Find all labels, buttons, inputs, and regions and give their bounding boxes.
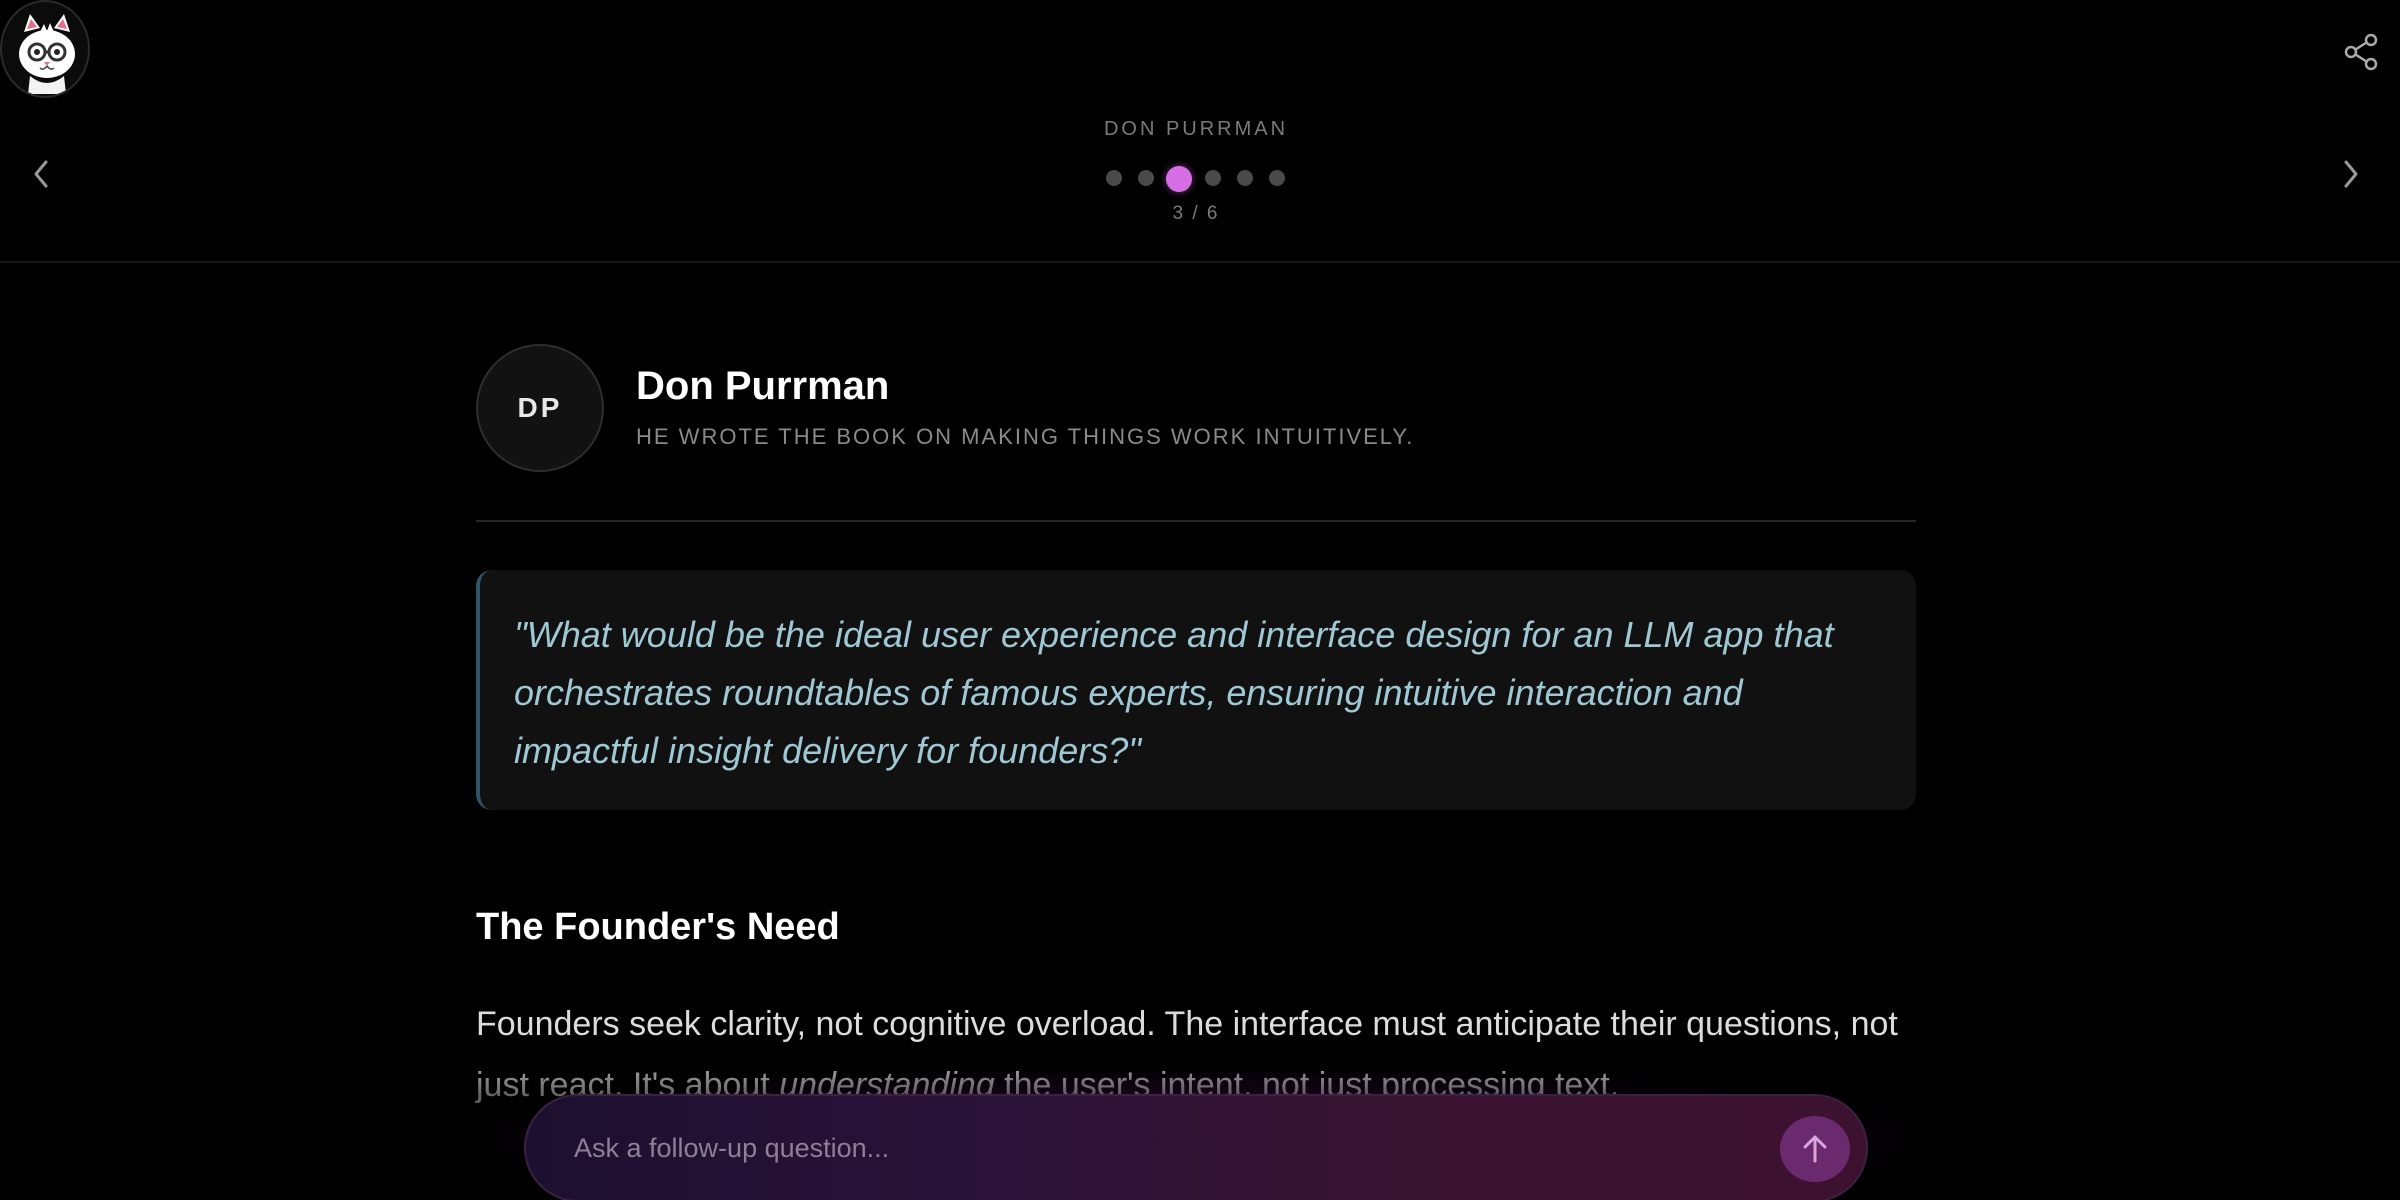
pagination-dot-3-active[interactable]: [1166, 166, 1192, 192]
next-expert-button[interactable]: [2330, 152, 2370, 196]
send-button[interactable]: [1780, 1116, 1850, 1182]
share-icon: [2344, 33, 2378, 71]
carousel-speaker-label: DON PURRMAN: [1103, 118, 1289, 140]
pagination-dots: [1000, 162, 1392, 192]
share-button[interactable]: [2339, 30, 2383, 74]
section-heading: The Founder's Need: [476, 906, 840, 948]
question-text: "What would be the ideal user experience…: [514, 614, 1834, 771]
followup-input[interactable]: [574, 1096, 1734, 1200]
expert-avatar: DP: [476, 344, 604, 472]
arrow-up-icon: [1803, 1135, 1827, 1163]
question-quote: "What would be the ideal user experience…: [476, 570, 1916, 810]
pagination-dot-4[interactable]: [1205, 170, 1221, 186]
pagination-dot-6[interactable]: [1269, 170, 1285, 186]
pagination-dot-1[interactable]: [1106, 170, 1122, 186]
cat-logo-icon: [19, 14, 75, 94]
followup-bar: [524, 1094, 1868, 1200]
pagination-dot-2[interactable]: [1138, 170, 1154, 186]
app-logo[interactable]: [0, 0, 90, 98]
chevron-left-icon: [34, 160, 48, 188]
header: DON PURRMAN 3 / 6: [0, 0, 2400, 263]
pagination-dot-5[interactable]: [1237, 170, 1253, 186]
page: DON PURRMAN 3 / 6 DP Don Purrman HE WROT…: [0, 0, 2400, 1200]
profile-divider: [476, 520, 1916, 522]
previous-expert-button[interactable]: [22, 152, 62, 196]
expert-carousel: DON PURRMAN 3 / 6: [1000, 118, 1392, 230]
page-counter: 3 / 6: [1172, 203, 1220, 224]
expert-tagline: HE WROTE THE BOOK ON MAKING THINGS WORK …: [636, 424, 1415, 449]
chevron-right-icon: [2344, 160, 2358, 188]
expert-name: Don Purrman: [636, 364, 890, 408]
